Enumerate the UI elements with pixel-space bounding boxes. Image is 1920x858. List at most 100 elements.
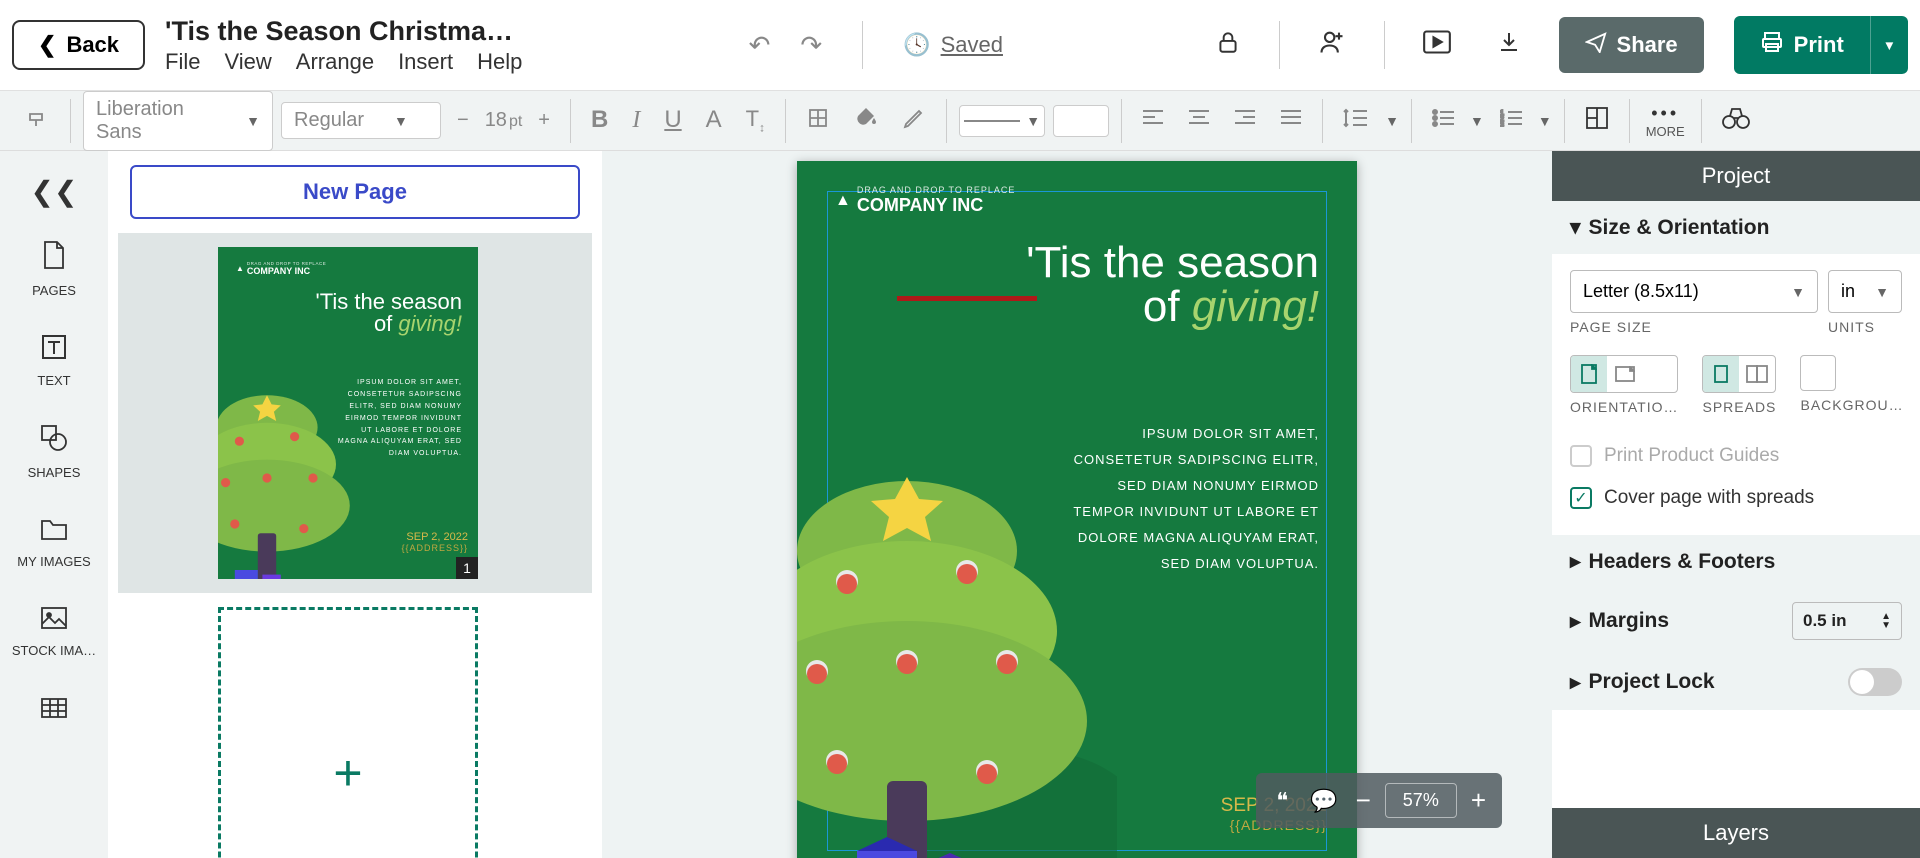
units-select[interactable]: in ▼ — [1828, 270, 1902, 313]
bold-icon[interactable]: B — [583, 100, 616, 140]
comment-icon[interactable]: 💬 — [1306, 788, 1341, 814]
tree-illustration[interactable] — [797, 471, 1117, 858]
units-value: in — [1841, 281, 1855, 302]
align-left-icon[interactable] — [1134, 103, 1172, 139]
single-page-icon[interactable] — [1703, 356, 1739, 392]
checkbox-on-icon: ✓ — [1570, 487, 1592, 509]
decrease-size-button[interactable]: − — [449, 103, 477, 138]
rail-table[interactable] — [0, 676, 108, 744]
svg-text:3: 3 — [1500, 122, 1504, 127]
title-of: of — [374, 311, 398, 336]
add-page-placeholder[interactable]: + — [218, 607, 478, 858]
zoom-in-button[interactable]: + — [1471, 785, 1486, 816]
collapse-panel-button[interactable]: ❮❮ — [17, 161, 92, 222]
saved-status[interactable]: Saved — [941, 32, 1003, 58]
margins-input[interactable]: 0.5 in ▲▼ — [1792, 602, 1902, 640]
shapes-icon — [40, 424, 68, 459]
crop-icon[interactable] — [798, 100, 838, 142]
title-line-1[interactable]: 'Tis the season — [1026, 241, 1319, 285]
section-size-orientation[interactable]: ▾ Size & Orientation — [1552, 201, 1920, 254]
print-guides-checkbox[interactable]: Print Product Guides — [1570, 435, 1902, 477]
print-dropdown[interactable]: ▼ — [1870, 16, 1908, 74]
spread-page-icon[interactable] — [1739, 356, 1775, 392]
title-of[interactable]: of — [1143, 282, 1192, 331]
rail-text[interactable]: TEXT — [0, 316, 108, 406]
rail-stockimages[interactable]: STOCK IMA… — [0, 587, 108, 676]
rail-pages[interactable]: PAGES — [0, 222, 108, 316]
menu-arrange[interactable]: Arrange — [296, 49, 374, 75]
panel-header-project: Project — [1552, 151, 1920, 201]
undo-icon[interactable]: ↶ — [749, 30, 771, 61]
line-style-select[interactable]: ▼ — [959, 105, 1045, 137]
menu-insert[interactable]: Insert — [398, 49, 453, 75]
menu-file[interactable]: File — [165, 49, 200, 75]
table-icon — [40, 694, 68, 726]
format-painter-icon[interactable] — [18, 100, 58, 142]
fill-icon[interactable] — [846, 100, 886, 142]
canvas-area[interactable]: ▲ DRAG AND DROP TO REPLACE COMPANY INC '… — [602, 151, 1552, 858]
font-family-select[interactable]: Liberation Sans ▼ — [83, 91, 273, 151]
menu-view[interactable]: View — [224, 49, 271, 75]
quote-icon[interactable]: ❝ — [1272, 788, 1292, 814]
chevron-down-icon: ▼ — [1385, 113, 1399, 129]
bullet-list-icon[interactable] — [1424, 103, 1462, 139]
rail-myimages[interactable]: MY IMAGES — [0, 498, 108, 587]
zoom-out-button[interactable]: − — [1356, 785, 1371, 816]
text-transform-icon[interactable]: T↕ — [738, 100, 773, 140]
section-project-lock[interactable]: ▸ Project Lock — [1552, 654, 1920, 710]
zoom-input[interactable]: 57% — [1385, 783, 1457, 818]
increase-size-button[interactable]: + — [530, 103, 558, 138]
numbered-list-icon[interactable]: 123 — [1492, 103, 1530, 139]
line-weight-input[interactable] — [1053, 105, 1109, 137]
font-size-value[interactable]: 18 — [485, 109, 507, 132]
line-spacing-icon[interactable] — [1335, 101, 1377, 141]
align-center-icon[interactable] — [1180, 103, 1218, 139]
more-button[interactable]: ••• MORE — [1632, 103, 1699, 139]
stepper-icon[interactable]: ▲▼ — [1881, 612, 1891, 630]
video-icon[interactable] — [1415, 30, 1459, 61]
text-color-icon[interactable]: A — [698, 100, 730, 140]
spreads-toggle[interactable] — [1702, 355, 1776, 393]
more-label: MORE — [1646, 124, 1685, 139]
align-right-icon[interactable] — [1226, 103, 1264, 139]
font-weight-select[interactable]: Regular ▼ — [281, 102, 441, 139]
portrait-icon[interactable] — [1571, 356, 1607, 392]
orientation-toggle[interactable] — [1570, 355, 1678, 393]
font-family-value: Liberation Sans — [96, 98, 216, 144]
page-thumbnail-1[interactable]: ▲ DRAG AND DROP TO REPLACE COMPANY INC '… — [118, 233, 592, 593]
redo-icon[interactable]: ↷ — [800, 30, 822, 61]
print-button[interactable]: Print — [1734, 16, 1870, 74]
underline-icon[interactable]: U — [656, 100, 689, 140]
layout-icon[interactable] — [1577, 100, 1617, 142]
section-margins[interactable]: ▸ Margins 0.5 in ▲▼ — [1552, 588, 1920, 654]
document-title[interactable]: 'Tis the Season Christma… — [165, 16, 545, 47]
plus-icon: + — [333, 744, 362, 802]
divider — [862, 21, 863, 69]
project-lock-label: Project Lock — [1589, 670, 1715, 694]
italic-icon[interactable]: I — [624, 101, 648, 140]
pencil-icon[interactable] — [894, 100, 934, 142]
share-button[interactable]: Share — [1559, 17, 1704, 73]
page-size-select[interactable]: Letter (8.5x11) ▼ — [1570, 270, 1818, 313]
divider — [1564, 99, 1565, 143]
lock-icon[interactable] — [1207, 29, 1249, 62]
text-icon — [41, 334, 67, 367]
cover-spreads-checkbox[interactable]: ✓ Cover page with spreads — [1570, 477, 1902, 519]
back-button[interactable]: ❮ Back — [12, 20, 145, 70]
canvas-page[interactable]: ▲ DRAG AND DROP TO REPLACE COMPANY INC '… — [797, 161, 1357, 858]
add-user-icon[interactable] — [1310, 28, 1354, 63]
menu-help[interactable]: Help — [477, 49, 522, 75]
project-lock-toggle[interactable] — [1848, 668, 1902, 696]
title-giving[interactable]: giving! — [1192, 282, 1319, 331]
new-page-button[interactable]: New Page — [130, 165, 580, 219]
align-justify-icon[interactable] — [1272, 103, 1310, 139]
rail-shapes[interactable]: SHAPES — [0, 406, 108, 498]
section-headers-footers[interactable]: ▸ Headers & Footers — [1552, 535, 1920, 588]
download-icon[interactable] — [1489, 29, 1529, 62]
print-guides-label: Print Product Guides — [1604, 445, 1779, 467]
panel-header-layers[interactable]: Layers — [1552, 808, 1920, 858]
landscape-icon[interactable] — [1607, 356, 1643, 392]
divider — [1411, 99, 1412, 143]
background-color-swatch[interactable] — [1800, 355, 1836, 391]
binoculars-icon[interactable] — [1714, 100, 1758, 142]
